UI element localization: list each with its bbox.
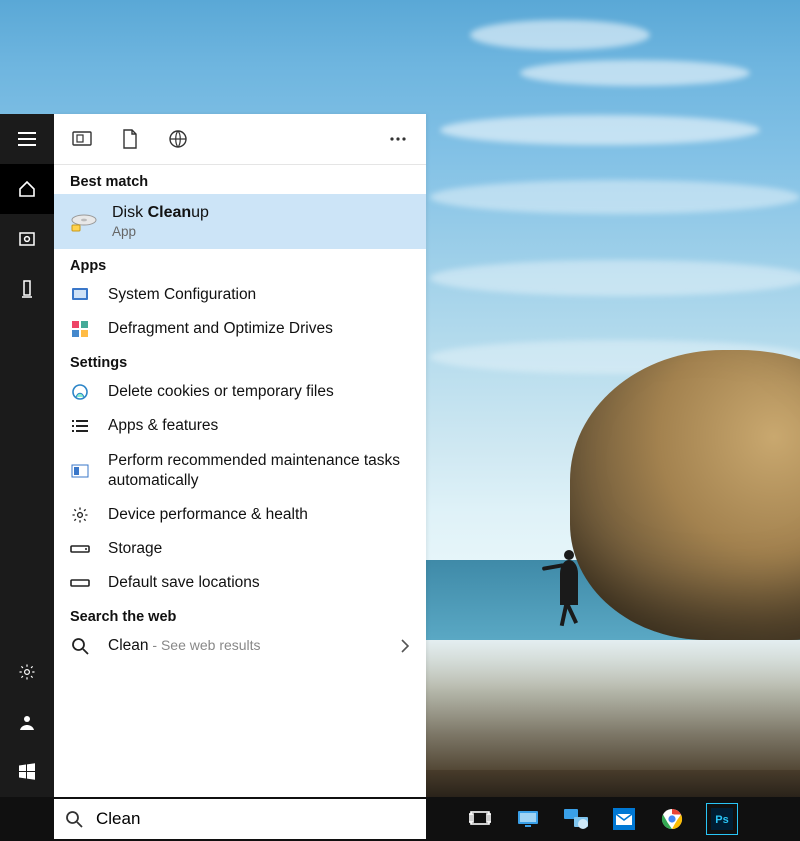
result-label: Apps & features: [108, 416, 410, 436]
search-input[interactable]: [94, 808, 426, 830]
task-view-button[interactable]: [466, 805, 494, 833]
filter-apps-button[interactable]: [58, 114, 106, 164]
search-icon: [70, 636, 90, 656]
result-label: System Configuration: [108, 285, 410, 305]
search-results-panel: Best match Disk Cleanup App Apps System …: [54, 114, 426, 797]
section-apps: Apps: [54, 249, 426, 278]
more-filters-button[interactable]: [374, 114, 422, 164]
desktop-wallpaper: Best match Disk Cleanup App Apps System …: [0, 0, 800, 841]
filter-documents-button[interactable]: [106, 114, 154, 164]
pictures-button[interactable]: [0, 214, 54, 264]
search-filter-bar: [54, 114, 426, 165]
result-label: Delete cookies or temporary files: [108, 382, 410, 402]
list-icon: [70, 416, 90, 436]
results-body: Best match Disk Cleanup App Apps System …: [54, 165, 426, 797]
svg-text:Ps: Ps: [715, 814, 728, 826]
mail-icon[interactable]: [610, 805, 638, 833]
taskbar: Ps: [0, 797, 800, 841]
start-left-rail: [0, 114, 54, 797]
search-icon: [54, 810, 94, 828]
app-result-defragment[interactable]: Defragment and Optimize Drives: [54, 312, 426, 346]
disk-cleanup-icon: [70, 208, 98, 236]
best-match-result[interactable]: Disk Cleanup App: [54, 194, 426, 249]
drive-icon: [70, 573, 90, 593]
home-button[interactable]: [0, 164, 54, 214]
web-result[interactable]: Clean - See web results: [54, 629, 426, 663]
document-icon: [122, 129, 138, 149]
result-label: Defragment and Optimize Drives: [108, 319, 410, 339]
hamburger-button[interactable]: [0, 114, 54, 164]
filter-web-button[interactable]: [154, 114, 202, 164]
sysconfig-icon: [70, 285, 90, 305]
apps-icon: [72, 130, 92, 148]
setting-delete-cookies[interactable]: Delete cookies or temporary files: [54, 375, 426, 409]
globe-icon: [168, 129, 188, 149]
windows-icon: [18, 763, 36, 781]
taskbar-pinned-apps: Ps: [426, 803, 800, 835]
result-label: Perform recommended maintenance tasks au…: [108, 451, 410, 491]
wet-sand-reflection: [420, 640, 800, 770]
storage-icon: [70, 539, 90, 559]
setting-maintenance[interactable]: Perform recommended maintenance tasks au…: [54, 444, 426, 498]
gear-icon: [70, 505, 90, 525]
result-label: Default save locations: [108, 573, 410, 593]
defrag-icon: [70, 319, 90, 339]
settings-button[interactable]: [0, 647, 54, 697]
result-label: Storage: [108, 539, 410, 559]
taskbar-search-box[interactable]: [54, 799, 426, 839]
flag-icon: [70, 461, 90, 481]
web-result-text: Clean - See web results: [108, 636, 400, 656]
person-icon: [18, 713, 36, 731]
hamburger-icon: [18, 132, 36, 146]
this-pc-icon[interactable]: [514, 805, 542, 833]
ellipsis-icon: [389, 136, 407, 142]
section-settings: Settings: [54, 346, 426, 375]
setting-default-save[interactable]: Default save locations: [54, 566, 426, 600]
network-icon[interactable]: [562, 805, 590, 833]
result-label: Device performance & health: [108, 505, 410, 525]
home-icon: [18, 180, 36, 198]
picture-icon: [18, 230, 36, 248]
cookies-icon: [70, 382, 90, 402]
person-silhouette: [560, 560, 578, 605]
best-match-title: Disk Cleanup: [112, 204, 209, 222]
section-best-match: Best match: [54, 165, 426, 194]
tower-button[interactable]: [0, 264, 54, 314]
tower-icon: [19, 279, 35, 299]
gear-icon: [18, 663, 36, 681]
account-button[interactable]: [0, 697, 54, 747]
section-web: Search the web: [54, 600, 426, 629]
chevron-right-icon: [400, 639, 410, 653]
setting-apps-features[interactable]: Apps & features: [54, 409, 426, 443]
taskbar-start-area: [0, 797, 54, 841]
setting-storage[interactable]: Storage: [54, 532, 426, 566]
chrome-icon[interactable]: [658, 805, 686, 833]
setting-device-health[interactable]: Device performance & health: [54, 498, 426, 532]
app-result-system-configuration[interactable]: System Configuration: [54, 278, 426, 312]
photoshop-icon[interactable]: Ps: [706, 803, 738, 835]
best-match-subtitle: App: [112, 224, 209, 239]
start-button[interactable]: [0, 747, 54, 797]
